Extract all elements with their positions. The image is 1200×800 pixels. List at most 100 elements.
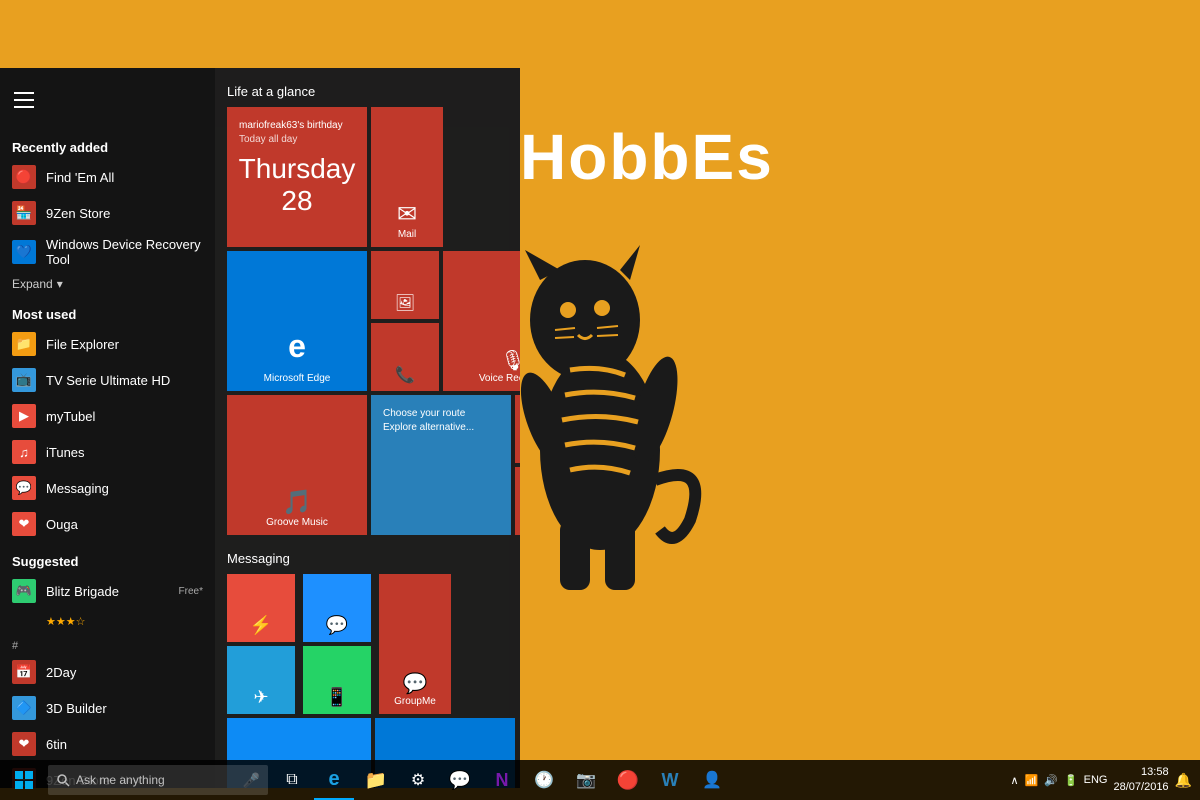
taskbar-apps: ⧉ e 📁 ⚙ 💬 N 🕐 📷 🔴 W 👤 — [272, 760, 732, 800]
hobbes-tiger-image — [490, 200, 710, 600]
taskbar-search[interactable]: Ask me anything 🎤 — [48, 765, 268, 795]
calendar-event: mariofreak63's birthday Today all day — [233, 113, 361, 153]
onenote-taskbar-button[interactable]: N — [482, 760, 522, 800]
blitz-badge: Free* — [179, 586, 203, 597]
groupme-label: GroupMe — [394, 696, 436, 708]
msg-sm3[interactable]: 💬 — [303, 574, 371, 642]
life-at-glance-header: Life at a glance — [227, 84, 508, 99]
list-item[interactable]: 📁 File Explorer — [0, 326, 215, 362]
msg-sm1-icon: ⚡ — [250, 615, 272, 636]
notifications-icon[interactable]: 🔔 — [1175, 772, 1192, 789]
tiles-row-msg1: ⚡ ✈ 💬 📱 — [227, 574, 508, 714]
list-item[interactable]: 📺 TV Serie Ultimate HD — [0, 362, 215, 398]
whatsapp-tile[interactable]: 📱 — [303, 646, 371, 714]
phone-tile[interactable]: 📞 — [371, 323, 439, 391]
start-button[interactable] — [0, 760, 48, 800]
mail-tile[interactable]: ✉ Mail — [371, 107, 443, 247]
groupme-tile[interactable]: 💬 GroupMe — [379, 574, 451, 714]
tv-serie-label: TV Serie Ultimate HD — [46, 373, 170, 388]
calendar-tile[interactable]: mariofreak63's birthday Today all day Th… — [227, 107, 367, 247]
list-item[interactable]: 🏪 9Zen Store — [0, 195, 215, 231]
blitz-icon: 🎮 — [12, 579, 36, 603]
messaging-header: Messaging — [227, 551, 508, 566]
list-item[interactable]: 🔷 3D Builder — [0, 690, 215, 726]
whatsapp-taskbar-button[interactable]: 💬 — [440, 760, 480, 800]
3d-builder-label: 3D Builder — [46, 701, 107, 716]
wdrt-label: Windows Device Recovery Tool — [46, 237, 203, 267]
groove-label: Groove Music — [266, 517, 328, 529]
tiles-row-1: mariofreak63's birthday Today all day Th… — [227, 107, 508, 247]
list-item[interactable]: ▶ myTubel — [0, 398, 215, 434]
tiles-row-2: e Microsoft Edge 🖼 📞 🎙 — [227, 251, 508, 391]
groove-tile[interactable]: 🎵 Groove Music — [227, 395, 367, 535]
msg-sm-col: ⚡ ✈ — [227, 574, 299, 714]
9zen-label: 9Zen Store — [46, 206, 110, 221]
expand-button[interactable]: Expand ▾ — [0, 273, 215, 295]
voice-label: Voice Recorder — [479, 373, 520, 385]
people-sm-tile[interactable]: 👥 — [515, 467, 520, 535]
suggested-header: Suggested — [0, 546, 215, 573]
photos-tile[interactable]: 🖼 — [371, 251, 439, 319]
language-label: ENG — [1084, 774, 1108, 786]
clock-taskbar-button[interactable]: 🕐 — [524, 760, 564, 800]
list-item[interactable]: 🔴 Find 'Em All — [0, 159, 215, 195]
explorer-taskbar-button[interactable]: 📁 — [356, 760, 396, 800]
2day-label: 2Day — [46, 665, 76, 680]
blitz-stars: ★★★☆ — [12, 613, 85, 628]
app-taskbar-button[interactable]: 🔴 — [608, 760, 648, 800]
edge-taskbar-button[interactable]: e — [314, 760, 354, 800]
voice-icon: 🎙 — [500, 348, 520, 373]
msg-sm3-icon: 💬 — [326, 615, 348, 636]
hamburger-button[interactable] — [0, 76, 48, 124]
clock-time: 13:58 — [1114, 765, 1169, 780]
user-taskbar-button[interactable]: 👤 — [692, 760, 732, 800]
list-item[interactable]: ❤ Ouga — [0, 506, 215, 542]
list-item[interactable]: 💬 Messaging — [0, 470, 215, 506]
messaging-icon: 💬 — [12, 476, 36, 500]
mytubel-label: myTubel — [46, 409, 95, 424]
list-item[interactable]: ♫ iTunes — [0, 434, 215, 470]
groupme-icon: 💬 — [403, 671, 428, 696]
desktop: HobbEs — [0, 0, 1200, 800]
taskbar-clock[interactable]: 13:58 28/07/2016 — [1114, 765, 1169, 796]
telegram-tile[interactable]: ✈ — [227, 646, 295, 714]
small-tiles-col: 🖼 📞 — [371, 251, 439, 391]
2day-icon: 📅 — [12, 660, 36, 684]
list-item[interactable]: 📅 2Day — [0, 654, 215, 690]
battery-icon: 🔋 — [1064, 774, 1078, 787]
maps-text: Choose your route Explore alternative... — [377, 401, 505, 441]
list-item[interactable]: ❤ 6tin — [0, 726, 215, 762]
msg-sm1[interactable]: ⚡ — [227, 574, 295, 642]
taskbar-right: ∧ 📶 🔊 🔋 ENG 13:58 28/07/2016 🔔 — [1010, 765, 1200, 796]
calendar-date-label: Thursday 28 — [233, 153, 361, 223]
list-item[interactable]: 💙 Windows Device Recovery Tool — [0, 231, 215, 273]
top-bar — [0, 72, 215, 128]
edge-tile[interactable]: e Microsoft Edge — [227, 251, 367, 391]
msg-sm-col2: 💬 📱 — [303, 574, 375, 714]
3d-builder-icon: 🔷 — [12, 696, 36, 720]
word-taskbar-button[interactable]: W — [650, 760, 690, 800]
start-menu: Recently added 🔴 Find 'Em All 🏪 9Zen Sto… — [0, 68, 520, 788]
alarms-sm-tile[interactable]: ⏰ — [515, 395, 520, 463]
itunes-label: iTunes — [46, 445, 85, 460]
small-tiles-col2: ⏰ 👥 — [515, 395, 520, 535]
blitz-label: Blitz Brigade — [46, 584, 119, 599]
photo-taskbar-button[interactable]: 📷 — [566, 760, 606, 800]
6tin-label: 6tin — [46, 737, 67, 752]
groove-icon: 🎵 — [282, 488, 312, 517]
hobbes-text: HobbEs — [520, 120, 774, 194]
settings-taskbar-button[interactable]: ⚙ — [398, 760, 438, 800]
find-em-all-icon: 🔴 — [12, 165, 36, 189]
chevron-up-icon[interactable]: ∧ — [1010, 774, 1018, 787]
network-icon: 📶 — [1025, 774, 1039, 787]
messaging-label: Messaging — [46, 481, 109, 496]
most-used-header: Most used — [0, 299, 215, 326]
file-explorer-label: File Explorer — [46, 337, 119, 352]
task-view-button[interactable]: ⧉ — [272, 760, 312, 800]
maps-tile[interactable]: Choose your route Explore alternative... — [371, 395, 511, 535]
list-item[interactable]: 🎮 Blitz Brigade Free* ★★★☆ — [0, 573, 215, 634]
hash-section: # — [0, 634, 215, 654]
life-at-glance-group: Life at a glance mariofreak63's birthday… — [227, 84, 508, 535]
photos-icon: 🖼 — [395, 293, 415, 313]
voice-tile[interactable]: 🎙 Voice Recorder — [443, 251, 520, 391]
